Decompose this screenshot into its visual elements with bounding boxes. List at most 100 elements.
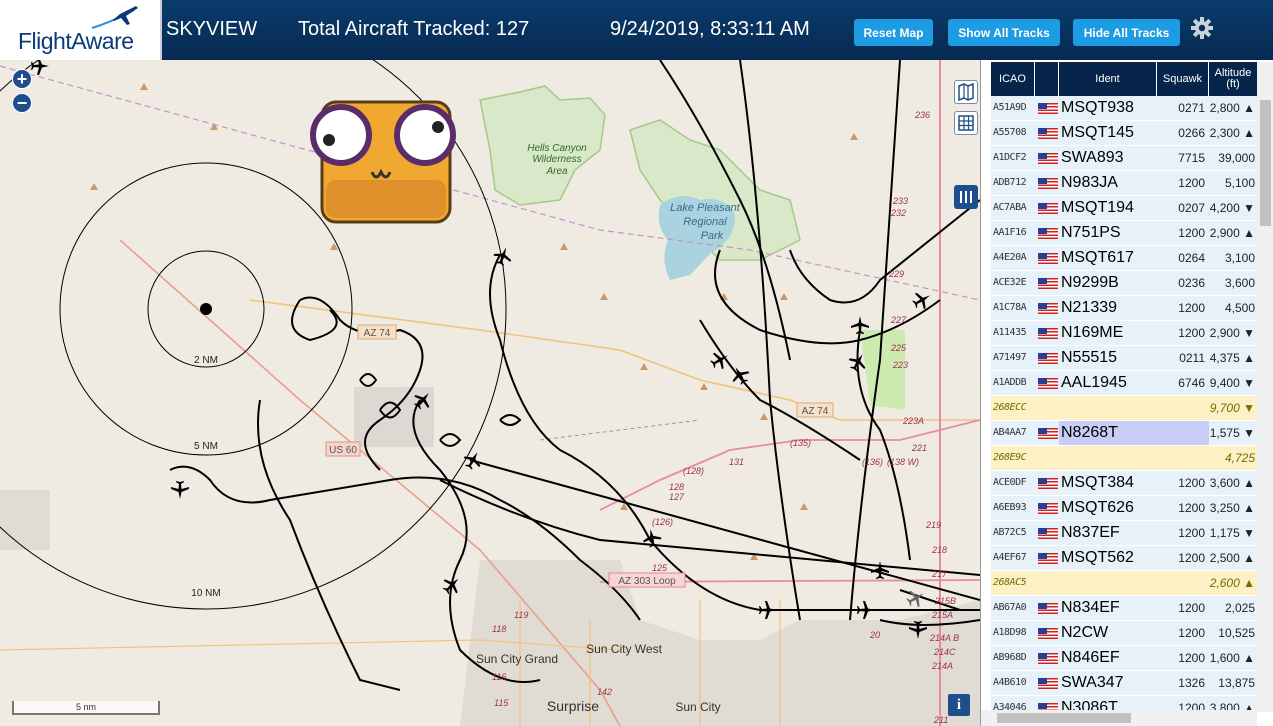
scroll-thumb[interactable] [997, 713, 1131, 723]
table-row[interactable]: A1C78A N21339 1200 4,500 [991, 296, 1257, 321]
table-row[interactable]: A4EF67 MSQT562 1200 2,500 ▲ [991, 546, 1257, 571]
col-ident[interactable]: Ident [1059, 62, 1157, 96]
map-canvas[interactable]: Hells Canyon Wilderness Area Lake Pleasa… [0, 60, 980, 726]
svg-text:(128): (128) [683, 466, 704, 476]
grid-toggle-button[interactable] [954, 111, 978, 135]
table-row[interactable]: A51A9D MSQT938 0271 2,800 ▲ [991, 96, 1257, 121]
table-row[interactable]: A4E20A MSQT617 0264 3,100 [991, 246, 1257, 271]
ident-cell: AAL1945 [1061, 374, 1127, 391]
scroll-thumb[interactable] [1260, 100, 1271, 226]
show-all-tracks-button[interactable]: Show All Tracks [948, 19, 1060, 46]
table-row[interactable]: A4B610 SWA347 1326 13,875 [991, 671, 1257, 696]
map-view[interactable]: Hells Canyon Wilderness Area Lake Pleasa… [0, 60, 980, 726]
svg-text:AZ 74: AZ 74 [802, 406, 829, 417]
table-row[interactable]: A11435 N169ME 1200 2,900 ▼ [991, 321, 1257, 346]
flag-cell [1036, 171, 1058, 195]
icao-cell: ACE32E [993, 277, 1027, 288]
table-row[interactable]: AC7ABA MSQT194 0207 4,200 ▼ [991, 196, 1257, 221]
range-label-2nm: 2 NM [194, 355, 218, 366]
col-icao[interactable]: ICAO [991, 62, 1035, 96]
svg-text:217: 217 [931, 569, 948, 579]
squawk-cell: 0266 [1178, 126, 1205, 140]
squawk-cell: 0236 [1178, 276, 1205, 290]
trail [539, 419, 701, 441]
sun-city-label: Sun City [675, 700, 720, 714]
table-row[interactable]: 268AC5 2,600 ▲ [991, 571, 1257, 596]
col-altitude[interactable]: Altitude (ft) [1209, 62, 1257, 96]
flag-cell [1036, 596, 1058, 620]
table-row[interactable]: AA1F16 N751PS 1200 2,900 ▲ [991, 221, 1257, 246]
flag-us-icon [1038, 128, 1058, 139]
table-row[interactable]: A71497 N55515 0211 4,375 ▲ [991, 346, 1257, 371]
icao-cell: AB968D [993, 652, 1027, 663]
ident-cell: N834EF [1061, 599, 1120, 616]
surprise-label: Surprise [547, 698, 599, 714]
svg-text:215B: 215B [934, 596, 956, 606]
gear-icon[interactable] [1190, 16, 1214, 40]
altitude-cell: 13,875 [1218, 676, 1255, 690]
squawk-cell [1157, 396, 1209, 420]
flag-us-icon [1038, 303, 1058, 314]
table-row[interactable]: AB968D N846EF 1200 1,600 ▲ [991, 646, 1257, 671]
table-row[interactable]: AB4AA7 N8268T 1,575 ▼ [991, 421, 1257, 446]
svg-text:214A B: 214A B [929, 633, 959, 643]
squawk-cell: 1200 [1178, 226, 1205, 240]
squawk-cell: 1200 [1178, 601, 1205, 615]
svg-text:214A: 214A [931, 661, 953, 671]
column-toggle-button[interactable] [954, 185, 978, 209]
altitude-cell: 1,600 ▲ [1209, 651, 1255, 665]
flag-cell [1036, 246, 1058, 270]
table-row[interactable]: ACE0DF MSQT384 1200 3,600 ▲ [991, 471, 1257, 496]
svg-text:(138 W): (138 W) [887, 457, 919, 467]
zoom-in-button[interactable]: + [12, 69, 32, 89]
receiver-site [200, 303, 212, 315]
svg-text:20: 20 [869, 630, 880, 640]
table-row[interactable]: A18D98 N2CW 1200 10,525 [991, 621, 1257, 646]
flag-us-icon [1038, 478, 1058, 489]
flag-us-icon [1038, 203, 1058, 214]
flag-us-icon [1038, 328, 1058, 339]
altitude-cell: 1,575 ▼ [1209, 426, 1255, 440]
altitude-cell: 2,025 [1224, 601, 1255, 615]
flightaware-logo[interactable]: FlightAware [0, 0, 162, 60]
table-row[interactable]: A55708 MSQT145 0266 2,300 ▲ [991, 121, 1257, 146]
ident-cell: N837EF [1061, 524, 1120, 541]
col-squawk[interactable]: Squawk [1157, 62, 1209, 96]
hide-all-tracks-button[interactable]: Hide All Tracks [1073, 19, 1180, 46]
scale-bar: 5 nm [12, 701, 160, 715]
svg-text:AZ 303 Loop: AZ 303 Loop [618, 576, 676, 587]
svg-text:225: 225 [890, 343, 907, 353]
map-layers-button[interactable] [954, 80, 978, 104]
svg-text:116: 116 [492, 672, 506, 682]
ident-cell: N751PS [1061, 224, 1121, 241]
svg-text:142: 142 [597, 687, 612, 697]
vertical-scrollbar[interactable] [1257, 62, 1273, 712]
flag-cell [1036, 646, 1058, 670]
horizontal-scrollbar[interactable] [981, 710, 1257, 726]
icao-cell: A55708 [993, 127, 1027, 138]
altitude-cell: 10,525 [1218, 626, 1255, 640]
zoom-out-button[interactable]: − [12, 93, 32, 113]
table-row[interactable]: ACE32E N9299B 0236 3,600 [991, 271, 1257, 296]
flag-cell [1036, 321, 1058, 345]
table-row[interactable]: 268ECC 9,700 ▼ [991, 396, 1257, 421]
svg-text:(136): (136) [862, 457, 883, 467]
table-row[interactable]: A6EB93 MSQT626 1200 3,250 ▲ [991, 496, 1257, 521]
table-row[interactable]: A1DCF2 SWA893 7715 39,000 [991, 146, 1257, 171]
flag-cell [1036, 96, 1058, 120]
icao-cell: A4EF67 [993, 552, 1027, 563]
table-row[interactable]: A1ADDB AAL1945 6746 9,400 ▼ [991, 371, 1257, 396]
icao-cell: A18D98 [993, 627, 1027, 638]
flag-cell [1036, 196, 1058, 220]
col-flag[interactable] [1035, 62, 1059, 96]
table-row[interactable]: AB67A0 N834EF 1200 2,025 [991, 596, 1257, 621]
svg-text:218: 218 [931, 545, 947, 555]
reset-map-button[interactable]: Reset Map [854, 19, 933, 46]
table-row[interactable]: 268E9C 4,725 [991, 446, 1257, 471]
table-row[interactable]: ADB712 N983JA 1200 5,100 [991, 171, 1257, 196]
icao-cell: 268AC5 [993, 577, 1027, 588]
svg-text:232: 232 [890, 208, 906, 218]
altitude-cell: 3,100 [1224, 251, 1255, 265]
info-button[interactable]: i [948, 694, 970, 716]
table-row[interactable]: AB72C5 N837EF 1200 1,175 ▼ [991, 521, 1257, 546]
